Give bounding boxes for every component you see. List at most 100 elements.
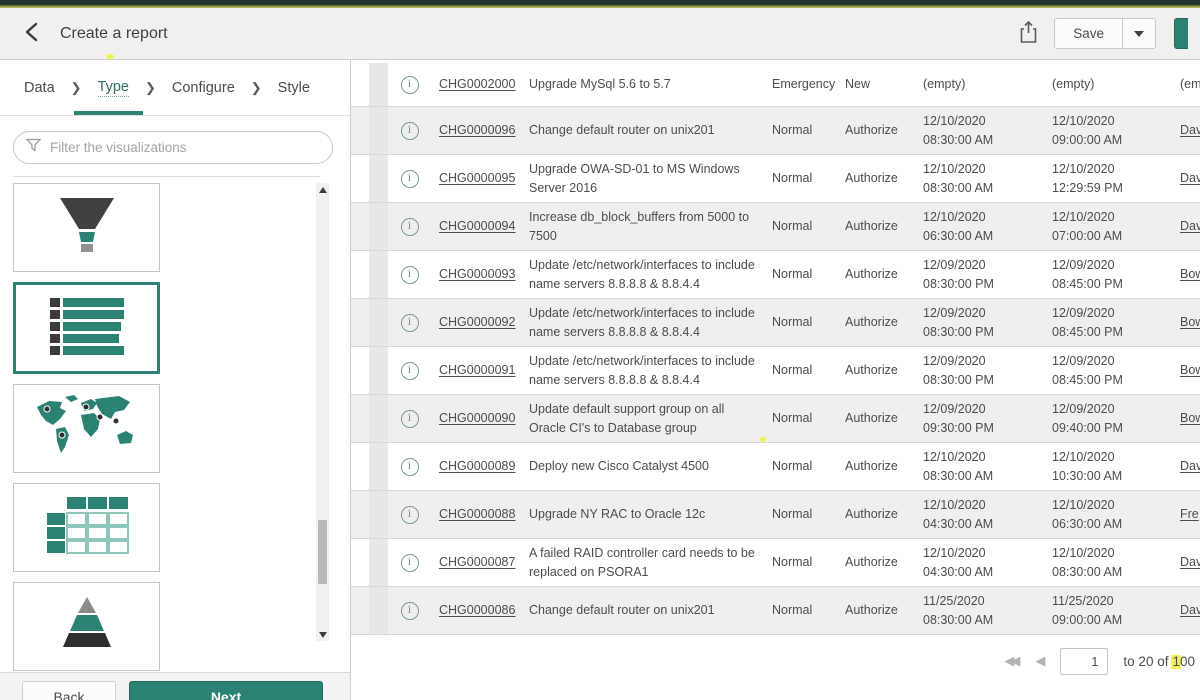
report-wizard-panel: Data Type Configure Style (0, 60, 351, 700)
table-row[interactable]: i CHG0000092 Update /etc/network/interfa… (351, 299, 1200, 347)
info-icon[interactable]: i (401, 554, 419, 572)
assigned-to-link[interactable]: Dav (1172, 601, 1200, 620)
save-split-button: Save (1054, 18, 1156, 49)
row-gutter (369, 251, 388, 298)
record-number-link[interactable]: CHG0000088 (431, 505, 521, 524)
info-icon[interactable]: i (401, 218, 419, 236)
filter-visualizations-input[interactable] (50, 140, 320, 155)
record-number-link[interactable]: CHG0000086 (431, 601, 521, 620)
chevron-right-icon (145, 60, 156, 115)
priority-value: Normal (764, 361, 837, 380)
table-row[interactable]: i CHG0000090 Update default support grou… (351, 395, 1200, 443)
previous-page-button[interactable]: ◀ (1035, 653, 1045, 669)
viz-thumb-list[interactable] (13, 282, 160, 374)
state-value: Authorize (837, 217, 915, 236)
row-gutter (369, 539, 388, 586)
state-value: Authorize (837, 169, 915, 188)
info-icon[interactable]: i (401, 170, 419, 188)
assigned-to-link[interactable]: Dav (1172, 553, 1200, 572)
record-number-link[interactable]: CHG0000094 (431, 217, 521, 236)
record-number-link[interactable]: CHG0000093 (431, 265, 521, 284)
planned-end-date: 12/10/2020 07:00:00 AM (1044, 208, 1172, 246)
viz-thumb-pivot-table[interactable] (13, 483, 160, 572)
row-left-margin (351, 539, 369, 586)
assigned-to-link[interactable]: Dav (1172, 169, 1200, 188)
row-gutter (369, 155, 388, 202)
step-type[interactable]: Type (98, 60, 129, 115)
step-data[interactable]: Data (24, 60, 55, 115)
record-number-link[interactable]: CHG0000091 (431, 361, 521, 380)
short-description: Upgrade MySql 5.6 to 5.7 (521, 75, 764, 94)
scroll-up-icon[interactable] (316, 183, 329, 196)
assigned-to-link[interactable]: Bow (1172, 313, 1200, 332)
info-icon[interactable]: i (401, 266, 419, 284)
row-left-margin (351, 347, 369, 394)
wizard-footer: Back Next (0, 672, 350, 700)
table-row[interactable]: i CHG0000086 Change default router on un… (351, 587, 1200, 635)
state-value: Authorize (837, 121, 915, 140)
pagination-range-text: to 20 of 100 (1123, 654, 1195, 669)
table-row[interactable]: i CHG0000093 Update /etc/network/interfa… (351, 251, 1200, 299)
clipped-primary-button[interactable] (1174, 18, 1188, 49)
table-row[interactable]: i CHG0002000 Upgrade MySql 5.6 to 5.7 Em… (351, 63, 1200, 107)
save-menu-button[interactable] (1123, 18, 1156, 49)
planned-start-date: 12/10/2020 04:30:00 AM (915, 496, 1044, 534)
info-icon[interactable]: i (401, 458, 419, 476)
assigned-to-link[interactable]: Dav (1172, 121, 1200, 140)
back-button[interactable]: Back (22, 681, 116, 700)
planned-end-date: 12/09/2020 08:45:00 PM (1044, 256, 1172, 294)
record-number-link[interactable]: CHG0000095 (431, 169, 521, 188)
row-gutter (369, 203, 388, 250)
assigned-to-link[interactable]: Dav (1172, 217, 1200, 236)
state-value: New (837, 75, 915, 94)
info-icon[interactable]: i (401, 314, 419, 332)
next-button[interactable]: Next (129, 681, 323, 700)
share-button[interactable] (1017, 18, 1040, 49)
table-row[interactable]: i CHG0000088 Upgrade NY RAC to Oracle 12… (351, 491, 1200, 539)
state-value: Authorize (837, 457, 915, 476)
table-row[interactable]: i CHG0000091 Update /etc/network/interfa… (351, 347, 1200, 395)
share-export-icon (1019, 32, 1038, 47)
viz-thumb-pyramid[interactable] (13, 582, 160, 671)
short-description: Change default router on unix201 (521, 121, 764, 140)
assigned-to-link[interactable]: Dav (1172, 457, 1200, 476)
record-number-link[interactable]: CHG0000096 (431, 121, 521, 140)
info-icon[interactable]: i (401, 410, 419, 428)
record-number-link[interactable]: CHG0000092 (431, 313, 521, 332)
save-button[interactable]: Save (1054, 18, 1123, 49)
table-row[interactable]: i CHG0000087 A failed RAID controller ca… (351, 539, 1200, 587)
info-icon[interactable]: i (401, 602, 419, 620)
assigned-to-link[interactable]: Fre (1172, 505, 1200, 524)
record-number-link[interactable]: CHG0000087 (431, 553, 521, 572)
assigned-to-link[interactable]: Bow (1172, 361, 1200, 380)
table-row[interactable]: i CHG0000094 Increase db_block_buffers f… (351, 203, 1200, 251)
chevron-right-icon (71, 60, 82, 115)
page-number-input[interactable] (1060, 648, 1108, 675)
record-number-link[interactable]: CHG0000089 (431, 457, 521, 476)
back-arrow-button[interactable] (18, 21, 44, 47)
viz-thumb-map[interactable] (13, 384, 160, 473)
info-icon[interactable]: i (401, 362, 419, 380)
step-configure[interactable]: Configure (172, 60, 235, 115)
planned-start-date: 12/09/2020 08:30:00 PM (915, 352, 1044, 390)
planned-start-date: 12/10/2020 08:30:00 AM (915, 112, 1044, 150)
record-number-link[interactable]: CHG0000090 (431, 409, 521, 428)
row-left-margin (351, 251, 369, 298)
planned-start-date: 11/25/2020 08:30:00 AM (915, 592, 1044, 630)
table-row[interactable]: i CHG0000095 Upgrade OWA-SD-01 to MS Win… (351, 155, 1200, 203)
assigned-to-link[interactable]: Bow (1172, 265, 1200, 284)
scroll-down-icon[interactable] (316, 628, 329, 641)
first-page-button[interactable]: ◀◀ (1004, 653, 1020, 669)
viz-thumb-funnel[interactable] (13, 183, 160, 272)
info-icon[interactable]: i (401, 506, 419, 524)
info-icon[interactable]: i (401, 76, 419, 94)
table-row[interactable]: i CHG0000089 Deploy new Cisco Catalyst 4… (351, 443, 1200, 491)
record-number-link[interactable]: CHG0002000 (431, 75, 521, 94)
row-gutter (369, 443, 388, 490)
viz-list-scrollbar[interactable] (316, 183, 329, 641)
table-row[interactable]: i CHG0000096 Change default router on un… (351, 107, 1200, 155)
info-icon[interactable]: i (401, 122, 419, 140)
scrollbar-thumb[interactable] (318, 520, 327, 584)
step-style[interactable]: Style (278, 60, 310, 115)
assigned-to-link[interactable]: Bow (1172, 409, 1200, 428)
